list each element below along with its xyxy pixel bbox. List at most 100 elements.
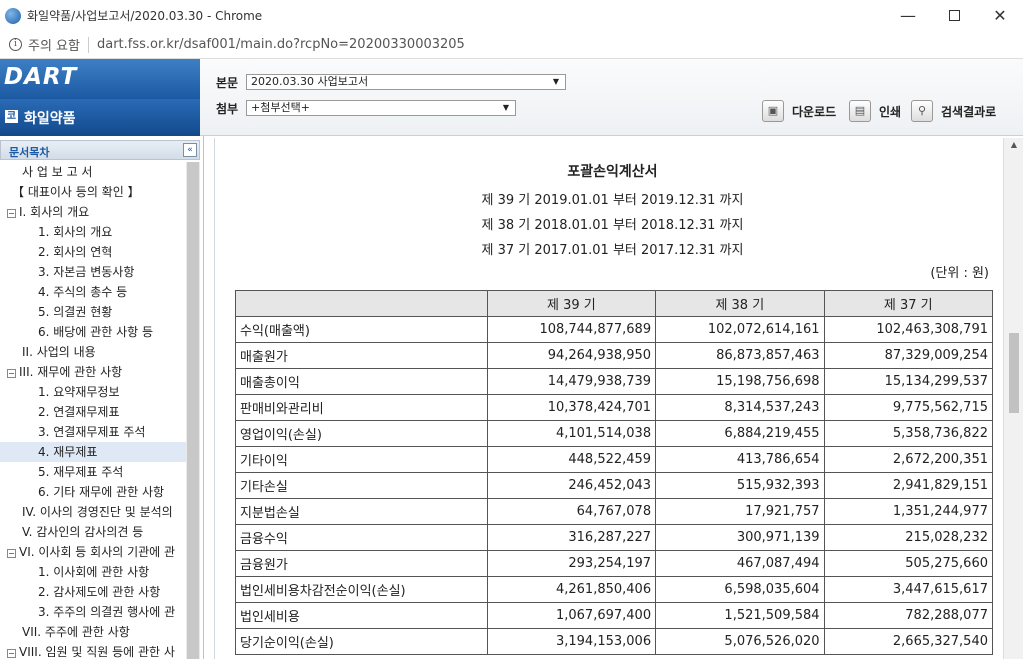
address-bar[interactable]: i 주의 요함 dart.fss.or.kr/dsaf001/main.do?r… <box>0 31 1023 59</box>
value-cell: 246,452,043 <box>486 472 657 499</box>
value-cell: 102,072,614,161 <box>655 316 825 343</box>
sidebar-item[interactable]: 【 대표이사 등의 확인 】 <box>0 182 186 202</box>
value-cell: 10,378,424,701 <box>486 394 657 421</box>
download-label: 다운로드 <box>792 104 837 119</box>
sidebar-scroll-thumb[interactable] <box>187 162 199 659</box>
sidebar-item-label: 3. 자본금 변동사항 <box>38 265 135 279</box>
document-scroll-thumb[interactable] <box>1009 333 1019 413</box>
document-scrollbar[interactable]: ▲ <box>1003 138 1023 659</box>
sidebar-item[interactable]: II. 사업의 내용 <box>0 342 186 362</box>
table-row: 수익(매출액) 108,744,877,689 102,072,614,161 102… <box>235 316 994 343</box>
value-cell: 87,329,009,254 <box>823 342 994 369</box>
dart-logo[interactable]: DART <box>4 64 77 90</box>
sidebar-item-label: 5. 재무제표 주석 <box>38 465 124 479</box>
sidebar-item[interactable]: 4. 재무제표 <box>0 442 186 462</box>
sidebar-item[interactable]: 2. 감사제도에 관한 사항 <box>0 582 186 602</box>
sidebar-item[interactable]: 1. 이사회에 관한 사항 <box>0 562 186 582</box>
period-line: 제 39 기 2019.01.01 부터 2019.12.31 까지 <box>481 193 744 208</box>
sidebar-item[interactable]: 6. 기타 재무에 관한 사항 <box>0 482 186 502</box>
sidebar-scrollbar[interactable] <box>186 162 200 659</box>
search-icon: ⚲ <box>911 100 933 122</box>
collapse-sidebar-button[interactable]: « <box>183 143 197 157</box>
attach-select[interactable]: +첨부선택+ ▼ <box>246 100 516 116</box>
row-label-cell: 영업이익(손실) <box>235 420 488 447</box>
row-label-cell: 기타이익 <box>235 446 488 473</box>
collapse-toggle-icon[interactable]: − <box>7 369 16 378</box>
sidebar-item[interactable]: 5. 의결권 현황 <box>0 302 186 322</box>
sidebar-item-label: VII. 주주에 관한 사항 <box>22 625 130 639</box>
column-header: 제 37 기 <box>823 290 994 317</box>
sidebar-item-label: II. 사업의 내용 <box>22 345 96 359</box>
sidebar-item[interactable]: 사 업 보 고 서 <box>0 162 186 182</box>
print-button[interactable]: ▤ 인쇄 <box>849 100 901 122</box>
table-row: 법인세비용 1,067,697,400 1,521,509,584 782,288,0… <box>235 602 994 629</box>
sidebar-item-label: III. 재무에 관한 사항 <box>19 365 123 379</box>
maximize-button[interactable] <box>931 0 977 31</box>
toc-header: 문서목차 « <box>0 140 200 160</box>
value-cell: 5,076,526,020 <box>655 628 825 655</box>
toc-tree: 사 업 보 고 서 【 대표이사 등의 확인 】 − I. 회사의 개요 1. 회사의 … <box>0 162 186 659</box>
download-button[interactable]: ▣ 다운로드 <box>762 100 836 122</box>
collapse-toggle-icon[interactable]: − <box>7 209 16 218</box>
sidebar-item[interactable]: − III. 재무에 관한 사항 <box>0 362 186 382</box>
window-title: 화일약품/사업보고서/2020.03.30 - Chrome <box>27 9 263 23</box>
sidebar-item-label: 6. 기타 재무에 관한 사항 <box>38 485 165 499</box>
sidebar-item[interactable]: 5. 재무제표 주석 <box>0 462 186 482</box>
document-title: 포괄손익계산서 <box>567 164 658 180</box>
sidebar-item[interactable]: 3. 연결재무제표 주석 <box>0 422 186 442</box>
collapse-toggle-icon[interactable]: − <box>7 649 16 658</box>
sidebar-item-label: 2. 회사의 연혁 <box>38 245 113 259</box>
value-cell: 448,522,459 <box>486 446 657 473</box>
column-header: 제 39 기 <box>486 290 657 317</box>
sidebar-item-label: 2. 연결재무제표 <box>38 405 120 419</box>
sidebar-item-label: IV. 이사의 경영진단 및 분석의 <box>22 505 173 519</box>
sidebar-item[interactable]: − VI. 이사회 등 회사의 기관에 관 <box>0 542 186 562</box>
sidebar-item-label: 1. 요약재무정보 <box>38 385 120 399</box>
scroll-up-icon[interactable]: ▲ <box>1004 140 1023 154</box>
sidebar-item[interactable]: 2. 연결재무제표 <box>0 402 186 422</box>
sidebar-item[interactable]: 6. 배당에 관한 사항 등 <box>0 322 186 342</box>
sidebar-item[interactable]: VII. 주주에 관한 사항 <box>0 622 186 642</box>
value-cell: 300,971,139 <box>655 524 825 551</box>
unit-label: (단위 : 원) <box>930 266 989 281</box>
logo-area[interactable]: DART <box>0 59 200 99</box>
sidebar-item-label: 6. 배당에 관한 사항 등 <box>38 325 154 339</box>
value-cell: 505,275,660 <box>823 550 994 577</box>
table-row: 금융원가 293,254,197 467,087,494 505,275,660 <box>235 550 994 577</box>
value-cell: 64,767,078 <box>486 498 657 525</box>
value-cell: 6,884,219,455 <box>655 420 825 447</box>
body-select[interactable]: 2020.03.30 사업보고서 ▼ <box>246 74 566 90</box>
sidebar-item[interactable]: 1. 요약재무정보 <box>0 382 186 402</box>
collapse-toggle-icon[interactable]: − <box>7 549 16 558</box>
row-label-cell: 금융수익 <box>235 524 488 551</box>
sidebar-item[interactable]: 1. 회사의 개요 <box>0 222 186 242</box>
minimize-button[interactable]: — <box>885 0 931 31</box>
sidebar-item[interactable]: − VIII. 임원 및 직원 등에 관한 사 <box>0 642 186 659</box>
table-row: 매출총이익 14,479,938,739 15,198,756,698 15,134,… <box>235 368 994 395</box>
sidebar-item[interactable]: 3. 주주의 의결권 행사에 관 <box>0 602 186 622</box>
chevron-down-icon: ▼ <box>502 103 509 112</box>
close-button[interactable]: ✕ <box>977 0 1023 31</box>
sidebar-item-label: 【 대표이사 등의 확인 】 <box>12 185 140 199</box>
sidebar-item[interactable]: V. 감사인의 감사의견 등 <box>0 522 186 542</box>
row-label-cell: 기타손실 <box>235 472 488 499</box>
sidebar-item[interactable]: − I. 회사의 개요 <box>0 202 186 222</box>
company-icon: 코 <box>5 110 18 123</box>
toc-title: 문서목차 <box>9 146 50 159</box>
sidebar-item[interactable]: 2. 회사의 연혁 <box>0 242 186 262</box>
search-results-button[interactable]: ⚲ 검색결과로 <box>911 100 996 122</box>
table-row: 매출원가 94,264,938,950 86,873,857,463 87,329,0… <box>235 342 994 369</box>
sidebar-item[interactable]: IV. 이사의 경영진단 및 분석의 <box>0 502 186 522</box>
column-header: 제 38 기 <box>655 290 825 317</box>
value-cell: 94,264,938,950 <box>486 342 657 369</box>
info-icon[interactable]: i <box>9 38 22 51</box>
value-cell: 3,447,615,617 <box>823 576 994 603</box>
value-cell: 4,261,850,406 <box>486 576 657 603</box>
sidebar-item[interactable]: 3. 자본금 변동사항 <box>0 262 186 282</box>
url-text[interactable]: dart.fss.or.kr/dsaf001/main.do?rcpNo=202… <box>97 37 465 52</box>
sidebar-item[interactable]: 4. 주식의 총수 등 <box>0 282 186 302</box>
security-warning[interactable]: 주의 요함 <box>28 35 80 54</box>
sidebar-item-label: 5. 의결권 현황 <box>38 305 113 319</box>
value-cell: 413,786,654 <box>655 446 825 473</box>
table-row: 법인세비용차감전순이익(손실) 4,261,850,406 6,598,035,60… <box>235 576 994 603</box>
